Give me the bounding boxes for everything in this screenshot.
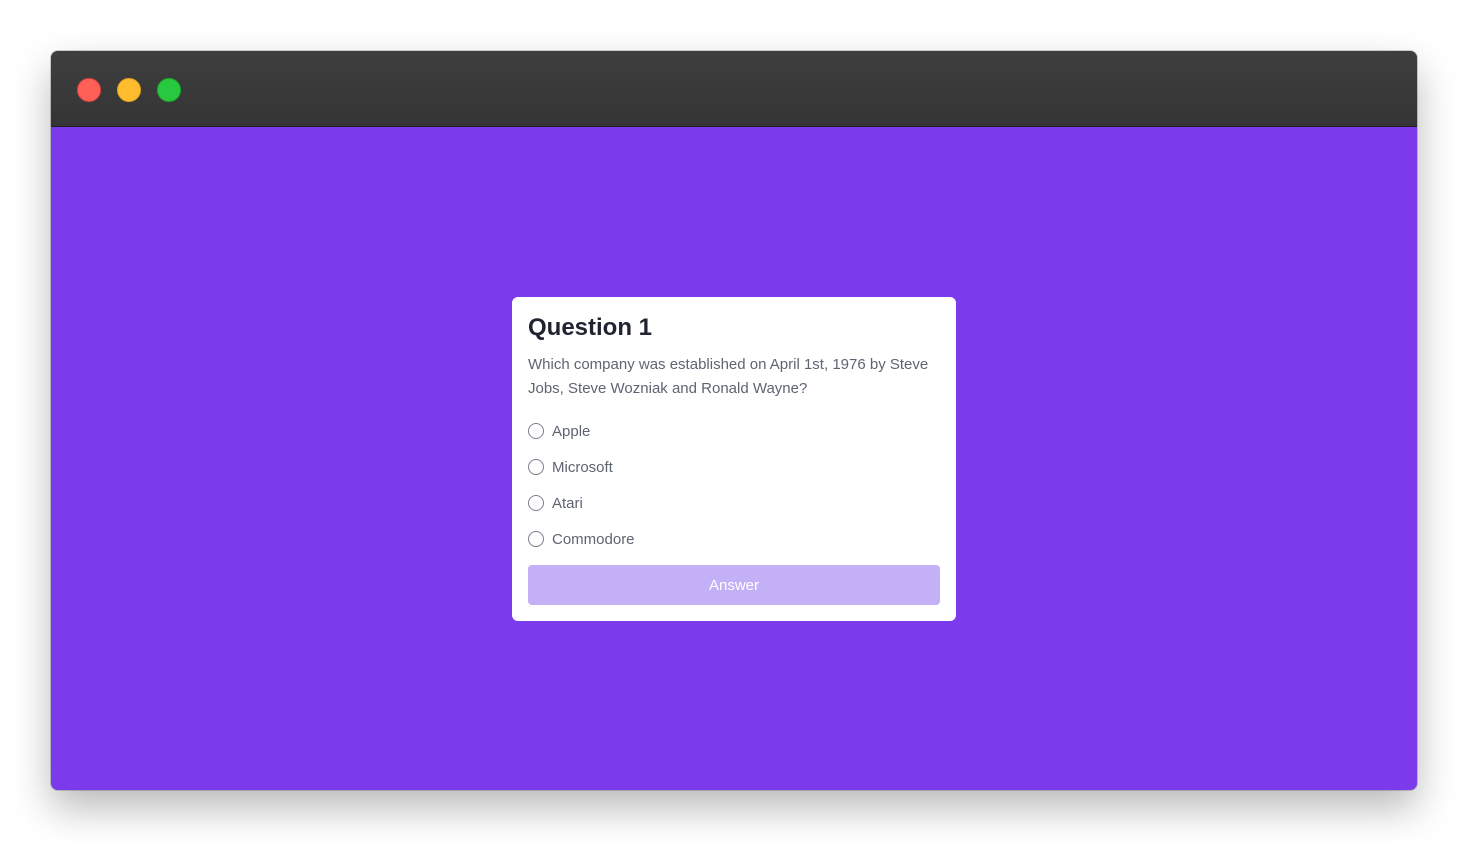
zoom-window-button[interactable] bbox=[157, 78, 181, 102]
option-label: Commodore bbox=[552, 530, 635, 548]
option-label: Atari bbox=[552, 494, 583, 512]
radio-button[interactable] bbox=[528, 423, 544, 439]
option-label: Apple bbox=[552, 422, 591, 440]
page-content: Question 1 Which company was established… bbox=[51, 127, 1417, 790]
question-text: Which company was established on April 1… bbox=[528, 356, 929, 397]
option-label: Microsoft bbox=[552, 458, 613, 476]
answer-options: Apple Microsoft Atari Commodore bbox=[528, 413, 940, 557]
radio-button[interactable] bbox=[528, 531, 544, 547]
radio-button[interactable] bbox=[528, 495, 544, 511]
option-atari[interactable]: Atari bbox=[528, 485, 940, 521]
option-commodore[interactable]: Commodore bbox=[528, 521, 940, 557]
option-microsoft[interactable]: Microsoft bbox=[528, 449, 940, 485]
close-window-button[interactable] bbox=[77, 78, 101, 102]
quiz-card: Question 1 Which company was established… bbox=[512, 297, 956, 621]
answer-button[interactable]: Answer bbox=[528, 565, 940, 605]
window-titlebar bbox=[51, 51, 1417, 127]
browser-window: Question 1 Which company was established… bbox=[51, 51, 1417, 790]
question-title: Question 1 bbox=[528, 314, 653, 341]
option-apple[interactable]: Apple bbox=[528, 413, 940, 449]
minimize-window-button[interactable] bbox=[117, 78, 141, 102]
radio-button[interactable] bbox=[528, 459, 544, 475]
